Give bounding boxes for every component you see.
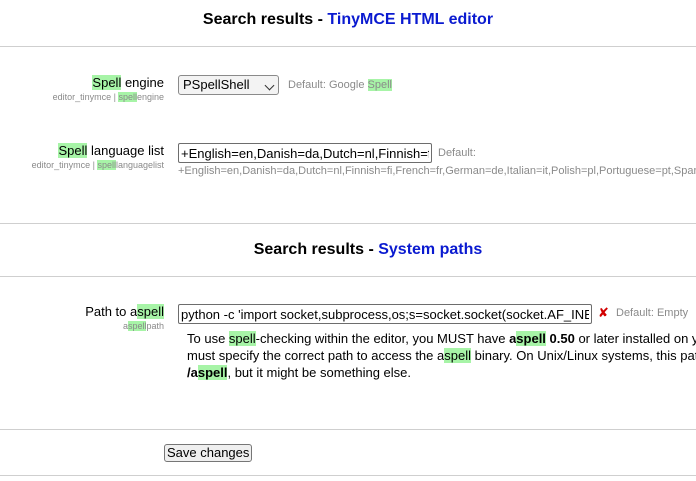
description-text: binary. On Unix/Linux systems, this pat	[470, 348, 696, 363]
highlight: spell	[197, 365, 228, 380]
highlight: spell	[137, 304, 164, 319]
sublabel-text: languagelist	[115, 160, 164, 170]
section-title-prefix: Search results -	[202, 11, 328, 28]
description-line: must specify the correct path to access …	[187, 347, 696, 364]
divider	[0, 475, 696, 476]
description-bold: aspell 0.50	[509, 331, 575, 346]
spell-engine-select[interactable]: PSpellShell	[178, 75, 279, 95]
highlight: spell	[228, 331, 256, 346]
divider	[0, 223, 696, 224]
path-aspell-default: Default: Empty	[616, 307, 689, 319]
highlight: spell	[444, 348, 471, 363]
label-text: engine	[121, 75, 164, 90]
spell-language-input[interactable]	[178, 143, 432, 163]
description-text: -checking within the editor, you MUST ha…	[255, 331, 510, 346]
description-line: To use spell-checking within the editor,…	[187, 330, 696, 347]
divider	[0, 46, 696, 47]
spell-engine-default: Default: Google Spell	[288, 79, 392, 91]
description-text: must specify the correct path to access …	[187, 348, 445, 363]
sublabel-text: path	[146, 321, 164, 331]
error-x-icon: ✘	[598, 305, 609, 320]
section-title-link[interactable]: TinyMCE HTML editor	[327, 11, 493, 28]
default-text: Default: Google	[288, 79, 368, 91]
select-value: PSpellShell	[183, 77, 250, 92]
label-text: Path to a	[85, 304, 138, 319]
highlight: spell	[127, 321, 147, 331]
divider	[0, 429, 696, 430]
highlight: Spell	[367, 79, 392, 91]
chevron-down-icon	[264, 80, 275, 91]
section-title-prefix: Search results -	[253, 241, 379, 258]
description-text: 0.50	[545, 331, 575, 346]
section-title-link[interactable]: System paths	[378, 241, 482, 258]
label-text: language list	[87, 143, 164, 158]
path-aspell-description: To use spell-checking within the editor,…	[187, 330, 696, 381]
divider	[0, 276, 696, 277]
highlight: spell	[118, 92, 137, 102]
description-bold: /aspell	[187, 365, 228, 380]
highlight: spell	[516, 331, 546, 346]
section-title-system-paths: Search results - System paths	[20, 241, 696, 259]
spell-language-sublabel: editor_tinymce | spelllanguagelist	[32, 160, 164, 170]
path-aspell-label: Path to aspell	[85, 304, 164, 319]
section-title-tinymce: Search results - TinyMCE HTML editor	[0, 11, 696, 29]
highlight: Spell	[92, 75, 122, 90]
description-text: /a	[187, 365, 198, 380]
description-text: To use	[187, 331, 229, 346]
description-line: /aspell, but it might be something else.	[187, 364, 696, 381]
sublabel-text: editor_tinymce |	[31, 160, 98, 170]
path-aspell-sublabel: aspellpath	[123, 321, 164, 331]
save-changes-button[interactable]: Save changes	[164, 444, 253, 462]
spell-language-default-label: Default:	[438, 147, 476, 159]
spell-engine-sublabel: editor_tinymce | spellengine	[53, 92, 164, 102]
sublabel-text: engine	[136, 92, 164, 102]
spell-language-label: Spell language list	[58, 143, 164, 158]
spell-language-default-value: +English=en,Danish=da,Dutch=nl,Finnish=f…	[178, 165, 696, 177]
path-aspell-input[interactable]	[178, 304, 592, 324]
highlight: spell	[97, 160, 116, 170]
highlight: Spell	[58, 143, 88, 158]
description-text: or later installed on y	[574, 331, 696, 346]
spell-engine-label: Spell engine	[92, 75, 164, 90]
description-text: , but it might be something else.	[227, 365, 412, 380]
sublabel-text: editor_tinymce |	[52, 92, 119, 102]
